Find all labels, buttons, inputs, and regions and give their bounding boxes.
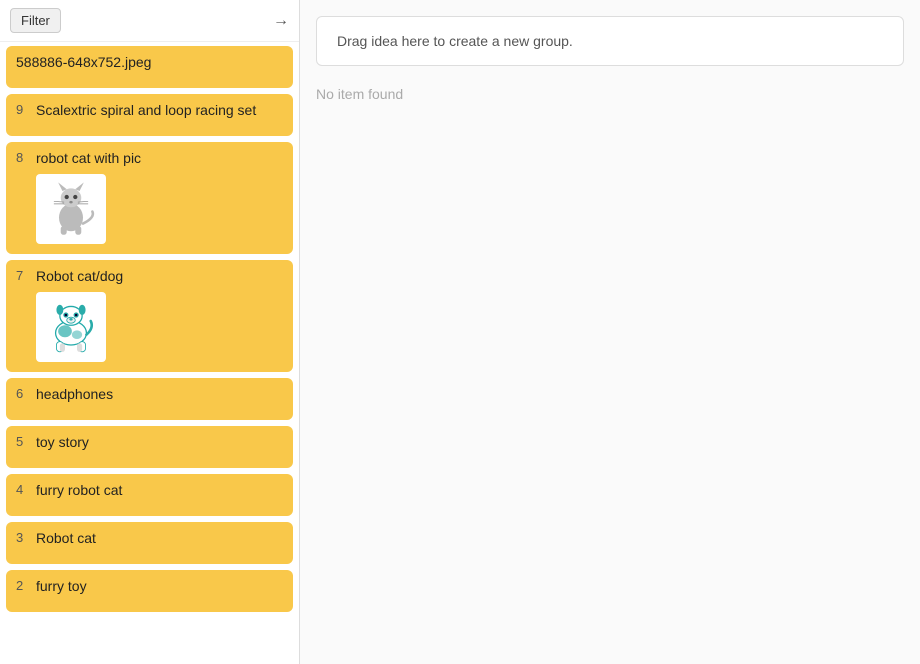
item-number: 5: [16, 434, 30, 449]
right-panel: Drag idea here to create a new group. No…: [300, 0, 920, 664]
drop-zone[interactable]: Drag idea here to create a new group.: [316, 16, 904, 66]
items-list[interactable]: 588886-648x752.jpeg 9 Scalextric spiral an…: [0, 42, 299, 664]
arrow-icon[interactable]: →: [273, 12, 289, 30]
filter-header: Filter →: [0, 0, 299, 42]
list-item[interactable]: 588886-648x752.jpeg: [6, 46, 293, 88]
drop-zone-text: Drag idea here to create a new group.: [337, 33, 573, 49]
list-item[interactable]: 9 Scalextric spiral and loop racing set: [6, 94, 293, 136]
item-image: [36, 292, 106, 362]
list-item[interactable]: 3 Robot cat: [6, 522, 293, 564]
item-title: 588886-648x752.jpeg: [16, 54, 151, 70]
item-title: Robot cat: [36, 530, 96, 546]
item-title: headphones: [36, 386, 113, 402]
no-item-text: No item found: [316, 82, 904, 106]
item-image: [36, 174, 106, 244]
item-title: Scalextric spiral and loop racing set: [36, 102, 256, 118]
filter-label[interactable]: Filter: [10, 8, 61, 33]
list-item[interactable]: 8 robot cat with pic: [6, 142, 293, 254]
list-item[interactable]: 7 Robot cat/dog: [6, 260, 293, 372]
item-number: 3: [16, 530, 30, 545]
item-title: furry robot cat: [36, 482, 122, 498]
item-number: 7: [16, 268, 30, 283]
list-item[interactable]: 2 furry toy: [6, 570, 293, 612]
item-title: furry toy: [36, 578, 87, 594]
item-number: 4: [16, 482, 30, 497]
item-number: 2: [16, 578, 30, 593]
item-title: toy story: [36, 434, 89, 450]
item-number: 8: [16, 150, 30, 165]
item-title: robot cat with pic: [36, 150, 141, 166]
item-title: Robot cat/dog: [36, 268, 123, 284]
list-item[interactable]: 4 furry robot cat: [6, 474, 293, 516]
list-item[interactable]: 5 toy story: [6, 426, 293, 468]
list-item[interactable]: 6 headphones: [6, 378, 293, 420]
left-panel: Filter → 588886-648x752.jpeg 9 Scalextric …: [0, 0, 300, 664]
item-number: 9: [16, 102, 30, 117]
item-number: 6: [16, 386, 30, 401]
